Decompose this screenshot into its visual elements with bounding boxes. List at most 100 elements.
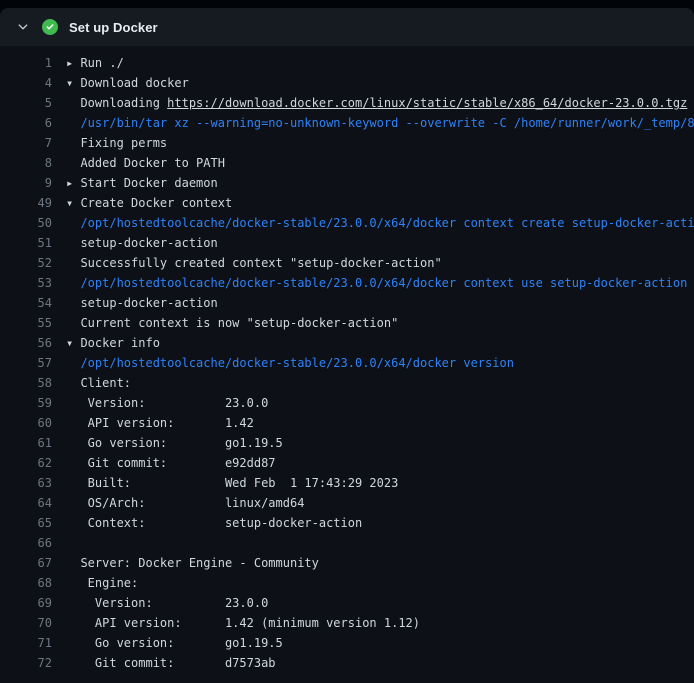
line-number[interactable]: 59 (0, 393, 52, 413)
log-text: Version: 23.0.0 (66, 593, 268, 613)
group-title: Run ./ (73, 56, 124, 70)
line-number[interactable]: 70 (0, 613, 52, 633)
line-number[interactable]: 49 (0, 193, 52, 213)
line-number[interactable]: 6 (0, 113, 52, 133)
log-line: 62 Git commit: e92dd87 (0, 453, 694, 473)
line-number[interactable]: 7 (0, 133, 52, 153)
log-text: Downloading (66, 96, 167, 110)
log-text: Downloading https://download.docker.com/… (66, 93, 687, 113)
log-line: 57 /opt/hostedtoolcache/docker-stable/23… (0, 353, 694, 373)
log-text: Fixing perms (66, 133, 167, 153)
line-number[interactable]: 58 (0, 373, 52, 393)
line-number[interactable]: 67 (0, 553, 52, 573)
log-group-toggle[interactable]: ▾ Create Docker context (66, 193, 232, 213)
log-line: 65 Context: setup-docker-action (0, 513, 694, 533)
log-line: 50 /opt/hostedtoolcache/docker-stable/23… (0, 213, 694, 233)
chevron-down-icon[interactable] (16, 20, 30, 34)
group-title: Docker info (73, 336, 160, 350)
line-number[interactable]: 8 (0, 153, 52, 173)
line-number[interactable]: 57 (0, 353, 52, 373)
log-line: 55 Current context is now "setup-docker-… (0, 313, 694, 333)
log-text: Added Docker to PATH (66, 153, 225, 173)
log-line: 51 setup-docker-action (0, 233, 694, 253)
line-number[interactable]: 60 (0, 413, 52, 433)
log-line: 8 Added Docker to PATH (0, 153, 694, 173)
line-number[interactable]: 5 (0, 93, 52, 113)
line-number[interactable]: 72 (0, 653, 52, 673)
log-text: Git commit: d7573ab (66, 653, 276, 673)
log-line: 7 Fixing perms (0, 133, 694, 153)
line-number[interactable]: 56 (0, 333, 52, 353)
log-line: 1 ▸ Run ./ (0, 53, 694, 73)
log-group-toggle[interactable]: ▾ Docker info (66, 333, 160, 353)
log-line: 66 (0, 533, 694, 553)
log-text: Built: Wed Feb 1 17:43:29 2023 (66, 473, 398, 493)
log-line: 69 Version: 23.0.0 (0, 593, 694, 613)
log-text: API version: 1.42 (66, 413, 254, 433)
log-line: 49 ▾ Create Docker context (0, 193, 694, 213)
log-text: Server: Docker Engine - Community (66, 553, 319, 573)
line-number[interactable]: 52 (0, 253, 52, 273)
line-number[interactable]: 69 (0, 593, 52, 613)
line-number[interactable]: 71 (0, 633, 52, 653)
group-title: Download docker (73, 76, 189, 90)
line-number[interactable]: 9 (0, 173, 52, 193)
log-text: Client: (66, 373, 131, 393)
log-line: 60 API version: 1.42 (0, 413, 694, 433)
log-line: 6 /usr/bin/tar xz --warning=no-unknown-k… (0, 113, 694, 133)
log-text: Current context is now "setup-docker-act… (66, 313, 398, 333)
log-group-toggle[interactable]: ▸ Run ./ (66, 53, 124, 73)
line-number[interactable]: 61 (0, 433, 52, 453)
log-line: 9 ▸ Start Docker daemon (0, 173, 694, 193)
log-line: 53 /opt/hostedtoolcache/docker-stable/23… (0, 273, 694, 293)
log-text: setup-docker-action (66, 233, 218, 253)
log-text: Engine: (66, 573, 138, 593)
log-line: 64 OS/Arch: linux/amd64 (0, 493, 694, 513)
log-line: 58 Client: (0, 373, 694, 393)
log-text: API version: 1.42 (minimum version 1.12) (66, 613, 420, 633)
line-number[interactable]: 50 (0, 213, 52, 233)
log-text: setup-docker-action (66, 293, 218, 313)
line-number[interactable]: 55 (0, 313, 52, 333)
log-group-toggle[interactable]: ▸ Start Docker daemon (66, 173, 218, 193)
log-line: 67 Server: Docker Engine - Community (0, 553, 694, 573)
line-number[interactable]: 53 (0, 273, 52, 293)
log-line: 61 Go version: go1.19.5 (0, 433, 694, 453)
log-text: Version: 23.0.0 (66, 393, 268, 413)
step-title: Set up Docker (69, 20, 158, 35)
line-number[interactable]: 54 (0, 293, 52, 313)
log-command: /usr/bin/tar xz --warning=no-unknown-key… (66, 113, 694, 133)
line-number[interactable]: 63 (0, 473, 52, 493)
log-text: Successfully created context "setup-dock… (66, 253, 442, 273)
log-command: /opt/hostedtoolcache/docker-stable/23.0.… (66, 353, 514, 373)
log-output: 1 ▸ Run ./ 4 ▾ Download docker 5 Downloading… (0, 46, 694, 683)
log-text: Git commit: e92dd87 (66, 453, 276, 473)
group-title: Start Docker daemon (73, 176, 218, 190)
log-text: Go version: go1.19.5 (66, 433, 283, 453)
log-text: Context: setup-docker-action (66, 513, 362, 533)
log-line: 54 setup-docker-action (0, 293, 694, 313)
line-number[interactable]: 51 (0, 233, 52, 253)
log-command: /opt/hostedtoolcache/docker-stable/23.0.… (66, 213, 694, 233)
line-number[interactable]: 4 (0, 73, 52, 93)
line-number[interactable]: 64 (0, 493, 52, 513)
line-number[interactable]: 66 (0, 533, 52, 553)
log-line: 63 Built: Wed Feb 1 17:43:29 2023 (0, 473, 694, 493)
group-title: Create Docker context (73, 196, 232, 210)
log-text: OS/Arch: linux/amd64 (66, 493, 304, 513)
log-line: 56 ▾ Docker info (0, 333, 694, 353)
line-number[interactable]: 68 (0, 573, 52, 593)
log-line: 70 API version: 1.42 (minimum version 1.… (0, 613, 694, 633)
log-line: 71 Go version: go1.19.5 (0, 633, 694, 653)
log-command: /opt/hostedtoolcache/docker-stable/23.0.… (66, 273, 687, 293)
log-line: 52 Successfully created context "setup-d… (0, 253, 694, 273)
log-line: 68 Engine: (0, 573, 694, 593)
step-header[interactable]: Set up Docker (0, 8, 694, 46)
workflow-log-page: Set up Docker 1 ▸ Run ./ 4 ▾ Download docke… (0, 0, 694, 683)
line-number[interactable]: 65 (0, 513, 52, 533)
log-group-toggle[interactable]: ▾ Download docker (66, 73, 189, 93)
line-number[interactable]: 1 (0, 53, 52, 73)
log-link[interactable]: https://download.docker.com/linux/static… (167, 96, 687, 110)
log-line: 59 Version: 23.0.0 (0, 393, 694, 413)
line-number[interactable]: 62 (0, 453, 52, 473)
